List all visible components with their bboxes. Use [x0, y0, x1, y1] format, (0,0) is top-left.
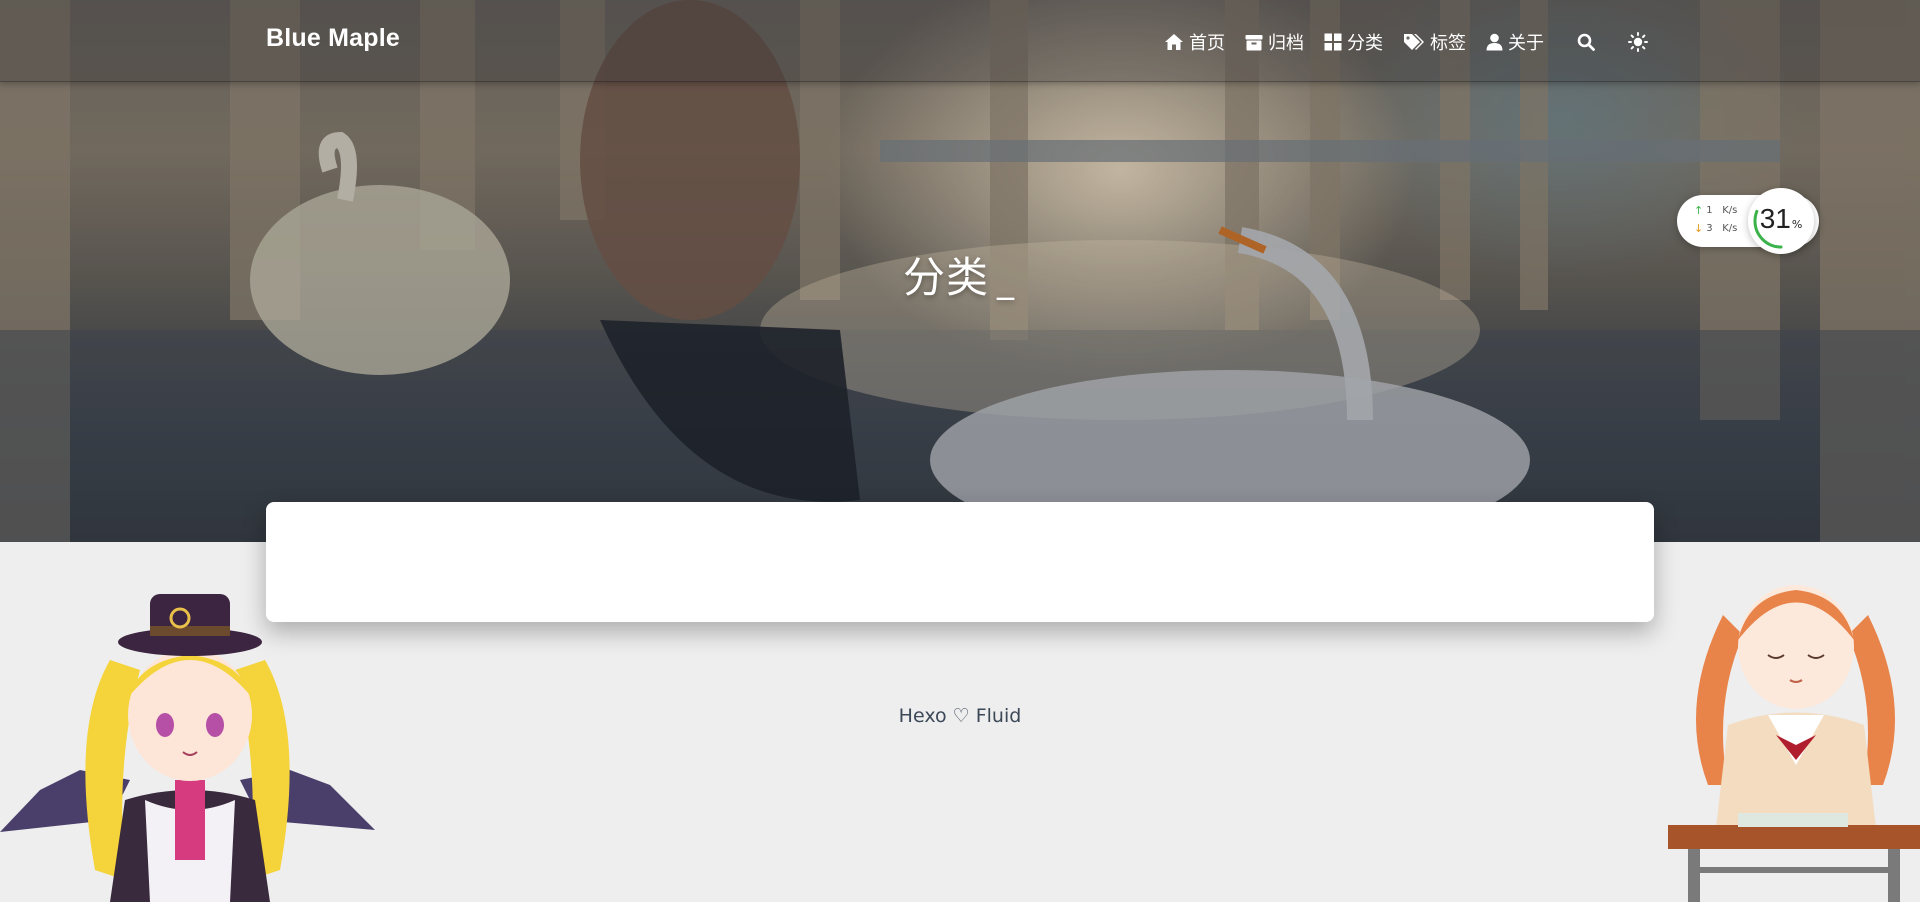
vampire-girl-mascot[interactable] — [0, 580, 380, 902]
navbar: Blue Maple 首页 归档 分类 标签 关于 — [0, 0, 1920, 82]
category-icon — [1324, 33, 1342, 51]
download-value: 3 — [1706, 223, 1713, 234]
schoolgirl-desk-mascot[interactable] — [1668, 555, 1920, 902]
nav-item-archive[interactable]: 归档 — [1245, 29, 1304, 55]
download-unit: K/s — [1722, 223, 1738, 234]
user-icon — [1486, 33, 1503, 51]
upload-speed: ↑ 1 K/s — [1694, 204, 1737, 217]
home-icon — [1165, 34, 1183, 50]
nav-item-about[interactable]: 关于 — [1486, 29, 1544, 55]
download-speed: ↓ 3 K/s — [1694, 222, 1737, 235]
memory-value: 31 — [1759, 203, 1791, 234]
tags-icon — [1404, 34, 1424, 50]
nav-item-categories[interactable]: 分类 — [1324, 29, 1383, 55]
page-subtitle: 分类 _ — [903, 244, 1015, 305]
nav-item-home-label: 首页 — [1189, 33, 1225, 54]
upload-unit: K/s — [1722, 205, 1738, 216]
theme-toggle-button[interactable] — [1624, 28, 1652, 56]
page-subtitle-text: 分类 — [903, 253, 990, 302]
nav-item-tags-label: 标签 — [1430, 33, 1466, 54]
nav-item-archive-label: 归档 — [1268, 33, 1304, 54]
nav-item-about-label: 关于 — [1508, 33, 1544, 54]
upload-arrow-icon: ↑ — [1694, 204, 1704, 217]
upload-value: 1 — [1706, 205, 1713, 216]
sun-icon — [1628, 32, 1648, 52]
nav-item-home[interactable]: 首页 — [1164, 29, 1225, 55]
search-button[interactable] — [1572, 28, 1600, 56]
download-arrow-icon: ↓ — [1694, 222, 1704, 235]
brand-logo[interactable]: Blue Maple — [266, 24, 400, 53]
main-content-card — [266, 502, 1654, 622]
archive-icon — [1245, 34, 1263, 50]
memory-usage-ball[interactable]: 31% — [1748, 188, 1814, 254]
memory-unit: % — [1791, 218, 1803, 231]
search-icon — [1577, 33, 1595, 51]
memory-readout: 31% — [1748, 203, 1814, 235]
typing-cursor: _ — [997, 261, 1016, 301]
nav-menu: 首页 归档 分类 标签 关于 — [1164, 27, 1668, 57]
nav-item-tags[interactable]: 标签 — [1403, 29, 1466, 55]
nav-item-categories-label: 分类 — [1347, 33, 1383, 54]
